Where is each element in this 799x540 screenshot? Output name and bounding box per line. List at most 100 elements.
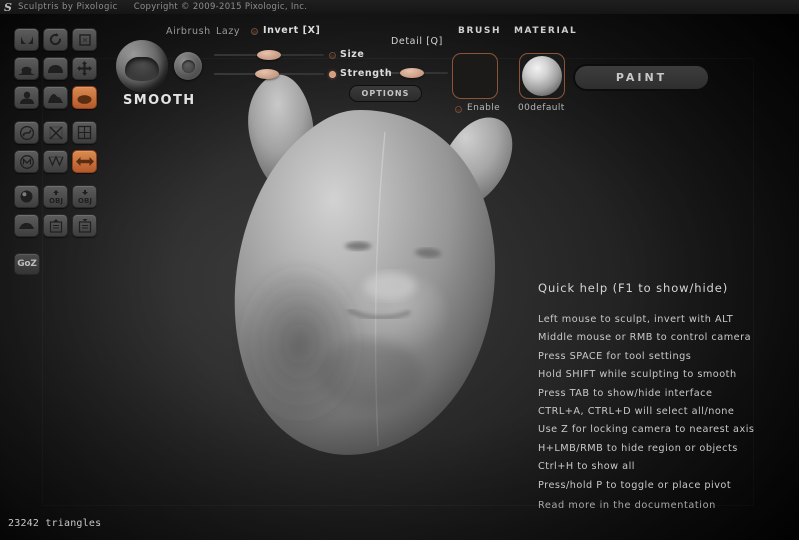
- copyright-text: Copyright © 2009-2015 Pixologic, Inc.: [133, 2, 308, 12]
- quick-help-panel: Quick help (F1 to show/hide) Left mouse …: [538, 281, 754, 495]
- tool-grab[interactable]: [14, 86, 39, 109]
- brush-panel-header: BRUSH: [458, 26, 502, 36]
- tool-save-file[interactable]: [72, 214, 97, 237]
- material-panel-header: MATERIAL: [514, 26, 578, 36]
- tool-row: [14, 214, 97, 237]
- plane-icon: [19, 223, 34, 229]
- brush-preview-sphere-icon[interactable]: [116, 40, 168, 92]
- tool-row: [14, 86, 97, 109]
- options-button[interactable]: OPTIONS: [349, 85, 422, 102]
- tool-wireframe-w[interactable]: [43, 150, 68, 173]
- tool-row: OBJ OBJ: [14, 185, 97, 208]
- folder-open-icon: [49, 219, 62, 233]
- material-swatch[interactable]: [519, 53, 565, 99]
- quick-help-line: Press/hold P to toggle or place pivot: [538, 479, 732, 491]
- tool-import-obj[interactable]: OBJ: [43, 185, 68, 208]
- strength-slider-knob[interactable]: [254, 69, 279, 79]
- flatten-icon: [48, 65, 63, 73]
- paint-button[interactable]: PAINT: [573, 64, 710, 91]
- smooth-icon: [77, 94, 92, 104]
- tool-move[interactable]: [72, 57, 97, 80]
- tool-reduce-selected[interactable]: [14, 121, 39, 144]
- rotate-icon: [49, 33, 62, 46]
- sculptris-s-logo-icon: S: [4, 0, 12, 14]
- airbrush-knob-inner: [181, 59, 195, 73]
- tool-flatten[interactable]: [43, 57, 68, 80]
- detail-slider[interactable]: [383, 68, 448, 78]
- move-arrows-icon: [77, 61, 92, 76]
- tool-crease[interactable]: [14, 28, 39, 51]
- airbrush-label: Airbrush: [166, 26, 211, 37]
- tool-wireframe-m[interactable]: [14, 150, 39, 173]
- m-circle-icon: [19, 154, 34, 169]
- quick-help-line: Use Z for locking camera to nearest axis: [538, 424, 755, 436]
- quick-help-line: Middle mouse or RMB to control camera: [538, 332, 752, 344]
- strength-radio[interactable]: [329, 71, 336, 78]
- invert-label: Invert [X]: [263, 25, 321, 36]
- tool-draw[interactable]: [14, 57, 39, 80]
- obj-import-icon: OBJ: [49, 189, 63, 205]
- brush-preview-dent: [125, 57, 159, 81]
- invert-radio[interactable]: [251, 28, 258, 35]
- svg-text:OBJ: OBJ: [49, 197, 63, 205]
- svg-text:OBJ: OBJ: [78, 197, 92, 205]
- size-slider-knob[interactable]: [257, 50, 281, 60]
- goz-button[interactable]: GoZ: [14, 253, 40, 275]
- quick-help-line: Ctrl+H to show all: [538, 461, 635, 473]
- detail-slider-knob[interactable]: [400, 68, 425, 78]
- tool-row: [14, 28, 97, 51]
- documentation-link[interactable]: Read more in the documentation: [538, 500, 716, 511]
- quick-help-line: Press TAB to show/hide interface: [538, 387, 713, 399]
- tool-rotate[interactable]: [43, 28, 68, 51]
- brush-enable-radio[interactable]: [455, 106, 462, 113]
- size-radio[interactable]: [329, 52, 336, 59]
- x-cross-icon: [48, 125, 63, 140]
- tool-smooth[interactable]: [72, 86, 97, 109]
- quick-help-line: CTRL+A, CTRL+D will select all/none: [538, 406, 735, 418]
- airbrush-knob-icon[interactable]: [174, 52, 202, 80]
- quick-help-line: Left mouse to sculpt, invert with ALT: [538, 314, 734, 325]
- brush-control-bar: SMOOTH Airbrush Lazy Invert [X] Size Str…: [0, 14, 799, 113]
- grab-icon: [19, 91, 34, 104]
- obj-export-icon: OBJ: [78, 189, 92, 205]
- pinch-icon: [48, 93, 63, 103]
- brush-swatch[interactable]: [452, 53, 498, 99]
- tool-sphere-new[interactable]: [14, 185, 39, 208]
- size-slider[interactable]: [214, 50, 324, 60]
- draw-blob-icon: [19, 66, 34, 75]
- quick-help-title: Quick help (F1 to show/hide): [538, 281, 729, 295]
- app-name: Sculptris by Pixologic: [17, 2, 118, 12]
- title-bar: S Sculptris by Pixologic Copyright © 200…: [0, 0, 799, 14]
- tool-open-file[interactable]: [43, 214, 68, 237]
- tool-pinch[interactable]: [43, 86, 68, 109]
- material-sphere-icon: [522, 56, 562, 96]
- tool-plane[interactable]: [14, 214, 39, 237]
- tool-export-obj[interactable]: OBJ: [72, 185, 97, 208]
- tool-symmetry-x[interactable]: [72, 150, 97, 173]
- size-label: Size: [340, 49, 365, 60]
- tool-crop[interactable]: [72, 28, 97, 51]
- tool-row: [14, 121, 97, 144]
- quick-help-line: Press SPACE for tool settings: [538, 350, 692, 362]
- tool-palette: OBJ OBJ GoZ: [14, 28, 97, 275]
- tool-mask-clear[interactable]: [43, 121, 68, 144]
- tool-row: [14, 150, 97, 173]
- sculptris-window: S Sculptris by Pixologic Copyright © 200…: [0, 0, 799, 540]
- triangle-count-status: 23242 triangles: [8, 518, 102, 529]
- sphere-icon: [20, 190, 33, 203]
- crop-icon: [78, 33, 91, 46]
- tool-symmetry-grid[interactable]: [72, 121, 97, 144]
- w-wire-icon: [47, 154, 64, 167]
- double-arrow-icon: [75, 157, 94, 166]
- lazy-label: Lazy: [216, 26, 241, 37]
- material-caption: 00default: [518, 103, 565, 113]
- detail-label: Detail [Q]: [391, 36, 443, 47]
- quick-help-line: H+LMB/RMB to hide region or objects: [538, 442, 738, 454]
- swirl-icon: [19, 125, 34, 140]
- strength-slider[interactable]: [214, 69, 324, 79]
- active-brush-name: SMOOTH: [123, 93, 196, 108]
- grid-icon: [77, 125, 92, 140]
- crease-icon: [20, 36, 33, 44]
- quick-help-line: Hold SHIFT while sculpting to smooth: [538, 369, 737, 381]
- brush-enable-label: Enable: [467, 103, 501, 113]
